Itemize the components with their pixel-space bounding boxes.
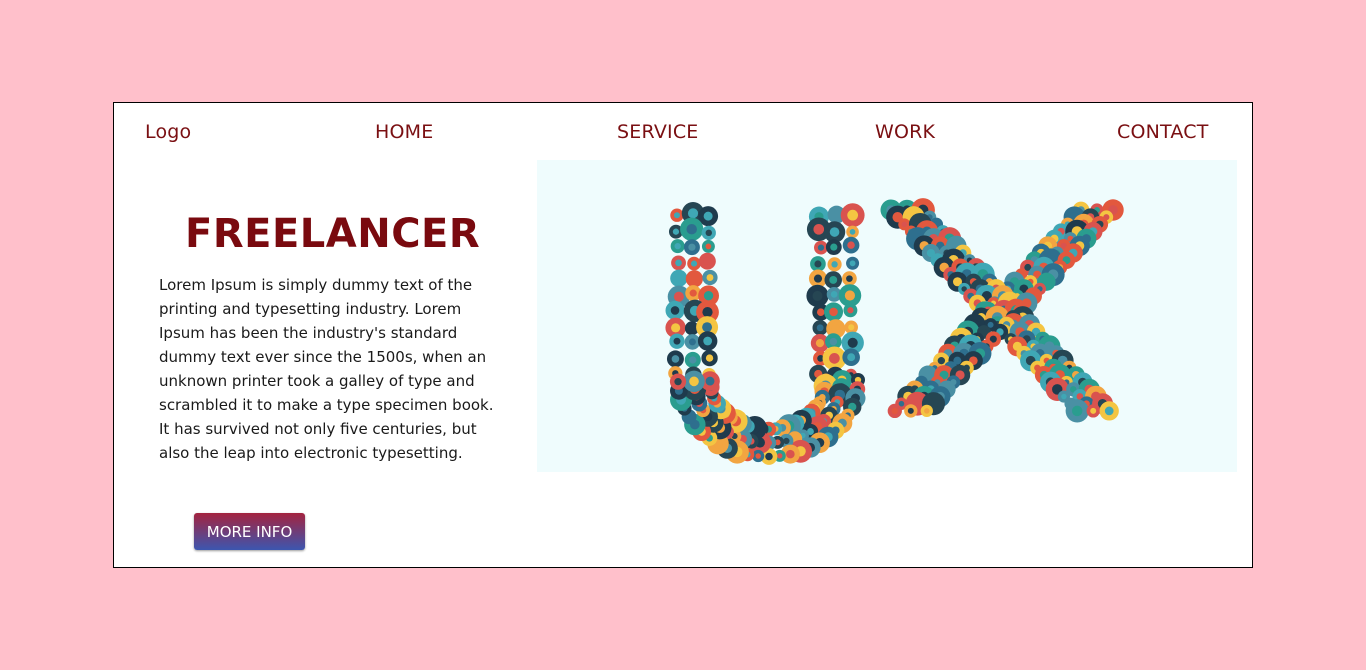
logo[interactable]: Logo: [145, 121, 191, 143]
nav-service[interactable]: SERVICE: [617, 121, 699, 143]
nav-contact[interactable]: CONTACT: [1117, 121, 1209, 143]
nav-home[interactable]: HOME: [375, 121, 433, 143]
nav-work[interactable]: WORK: [875, 121, 935, 143]
more-info-button[interactable]: MORE INFO: [194, 513, 305, 550]
hero-title: FREELANCER: [185, 211, 481, 257]
hero-description: Lorem Ipsum is simply dummy text of the …: [159, 276, 494, 462]
ux-icon-collage-icon: [665, 198, 1124, 465]
ux-illustration: [537, 160, 1237, 472]
main-card: Logo HOME SERVICE WORK CONTACT FREELANCE…: [113, 102, 1253, 568]
